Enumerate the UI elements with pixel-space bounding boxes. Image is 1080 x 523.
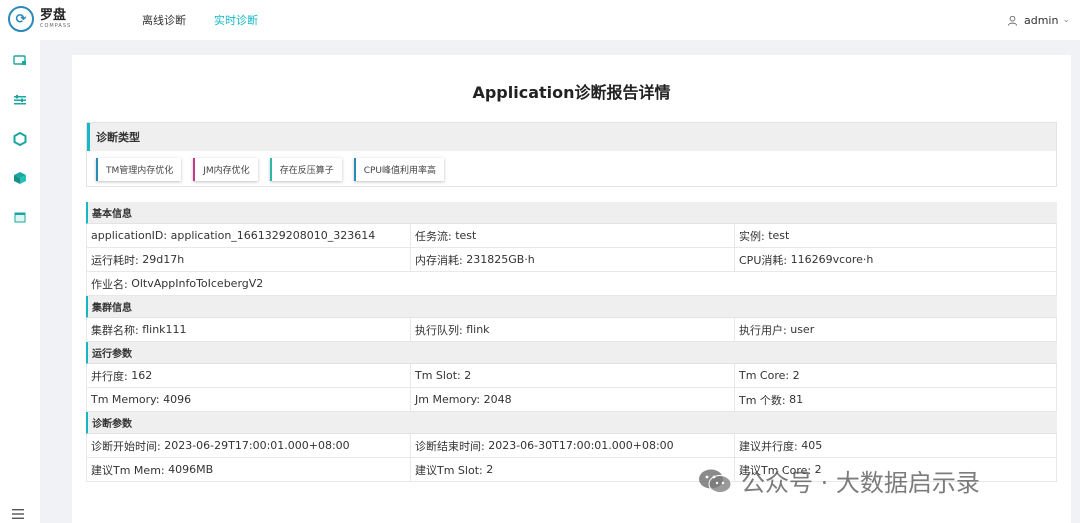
- field-label: 并行度:: [91, 369, 128, 383]
- tag-backpressure[interactable]: 存在反压算子: [269, 158, 342, 181]
- section-header-cluster: 集群信息: [86, 296, 1057, 318]
- field-label: 任务流:: [415, 229, 452, 243]
- field-label: Jm Memory:: [415, 393, 481, 406]
- field-label: CPU消耗:: [739, 253, 788, 267]
- field-label: applicationID:: [91, 229, 168, 242]
- table-row: 作业名: OltvAppInfoToIcebergV2: [86, 272, 1057, 296]
- field-value: 116269vcore·h: [790, 253, 874, 266]
- tag-cpu-peak[interactable]: CPU峰值利用率高: [353, 158, 445, 181]
- diagnosis-type-section: 诊断类型 TM管理内存优化 JM内存优化 存在反压算子 CPU峰值利用率高: [86, 122, 1057, 187]
- main-nav: 离线诊断 实时诊断: [142, 0, 286, 40]
- tag-jm-memory[interactable]: JM内存优化: [193, 158, 258, 181]
- table-row: 运行耗时: 29d17h 内存消耗: 231825GB·h CPU消耗: 116…: [86, 248, 1057, 272]
- field-label: 建议Tm Mem:: [91, 463, 165, 477]
- table-row: applicationID: application_1661329208010…: [86, 224, 1057, 248]
- sidebar: [0, 40, 40, 523]
- field-label: 执行用户:: [739, 323, 787, 337]
- field-value: user: [790, 323, 815, 336]
- field-label: Tm Core:: [739, 369, 790, 382]
- table-row: 诊断开始时间: 2023-06-29T17:00:01.000+08:00 诊断…: [86, 434, 1057, 458]
- field-label: 诊断结束时间:: [415, 439, 485, 453]
- field-value: 4096: [163, 393, 192, 406]
- chevron-down-icon: ⌄: [1062, 15, 1070, 25]
- section-header: 诊断类型: [87, 123, 1056, 151]
- tag-tm-memory[interactable]: TM管理内存优化: [96, 158, 182, 181]
- field-label: 内存消耗:: [415, 253, 463, 267]
- field-label: 集群名称:: [91, 323, 139, 337]
- field-label: 实例:: [739, 229, 765, 243]
- field-value: 29d17h: [142, 253, 185, 266]
- cube-icon[interactable]: [13, 171, 27, 185]
- field-value: application_1661329208010_323614: [170, 229, 376, 242]
- user-menu[interactable]: admin ⌄: [1007, 0, 1070, 40]
- user-icon: [1007, 15, 1018, 26]
- field-value: 2: [486, 463, 494, 476]
- nav-offline-diagnosis[interactable]: 离线诊断: [142, 12, 186, 28]
- section-header-diag-params: 诊断参数: [86, 412, 1057, 434]
- section-header-params: 运行参数: [86, 342, 1057, 364]
- diagnosis-tags: TM管理内存优化 JM内存优化 存在反压算子 CPU峰值利用率高: [87, 151, 1056, 181]
- nav-realtime-diagnosis[interactable]: 实时诊断: [214, 12, 258, 28]
- list-settings-icon[interactable]: [13, 93, 27, 107]
- field-label: Tm Slot:: [415, 369, 461, 382]
- field-label: Tm Memory:: [91, 393, 160, 406]
- field-value: flink111: [142, 323, 187, 336]
- watermark: 公众号 · 大数据启示录: [697, 463, 980, 498]
- table-row: 并行度: 162 Tm Slot: 2 Tm Core: 2: [86, 364, 1057, 388]
- table-row: Tm Memory: 4096 Jm Memory: 2048 Tm 个数: 8…: [86, 388, 1057, 412]
- field-label: 运行耗时:: [91, 253, 139, 267]
- field-value: 2023-06-29T17:00:01.000+08:00: [164, 439, 350, 452]
- field-value: flink: [466, 323, 490, 336]
- field-value: 4096MB: [168, 463, 214, 476]
- watermark-text: 公众号 · 大数据启示录: [741, 469, 980, 497]
- field-value: 231825GB·h: [466, 253, 535, 266]
- field-value: test: [768, 229, 790, 242]
- menu-toggle-icon[interactable]: [11, 507, 25, 521]
- field-value: 2: [792, 369, 800, 382]
- compass-logo-icon: ⟳: [8, 6, 34, 32]
- field-value: OltvAppInfoToIcebergV2: [131, 277, 264, 290]
- top-bar: ⟳ 罗盘 COMPASS 离线诊断 实时诊断 admin ⌄: [0, 0, 1080, 40]
- field-label: 建议Tm Slot:: [415, 463, 483, 477]
- info-table: 基本信息 applicationID: application_16613292…: [86, 202, 1057, 482]
- table-row: 集群名称: flink111 执行队列: flink 执行用户: user: [86, 318, 1057, 342]
- field-label: 执行队列:: [415, 323, 463, 337]
- field-value: 2: [464, 369, 472, 382]
- logo-title: 罗盘: [40, 8, 67, 23]
- logo-subtitle: COMPASS: [40, 23, 72, 29]
- page-title: Application诊断报告详情: [472, 83, 671, 102]
- wechat-icon: [699, 469, 732, 493]
- calendar-icon[interactable]: [13, 210, 27, 224]
- field-value: test: [455, 229, 477, 242]
- field-label: Tm 个数:: [739, 393, 786, 407]
- monitor-icon[interactable]: [13, 54, 27, 68]
- report-card: Application诊断报告详情 诊断类型 TM管理内存优化 JM内存优化 存…: [72, 55, 1071, 523]
- field-value: 2048: [483, 393, 512, 406]
- username: admin: [1023, 13, 1059, 27]
- logo[interactable]: ⟳ 罗盘 COMPASS: [8, 6, 71, 32]
- field-value: 405: [801, 439, 823, 452]
- section-header-basic: 基本信息: [86, 202, 1057, 224]
- field-value: 2023-06-30T17:00:01.000+08:00: [488, 439, 674, 452]
- field-value: 162: [131, 369, 153, 382]
- field-label: 建议并行度:: [739, 439, 798, 453]
- field-label: 诊断开始时间:: [91, 439, 161, 453]
- field-label: 作业名:: [91, 277, 128, 291]
- hexagon-icon[interactable]: [13, 132, 27, 146]
- field-value: 81: [789, 393, 804, 406]
